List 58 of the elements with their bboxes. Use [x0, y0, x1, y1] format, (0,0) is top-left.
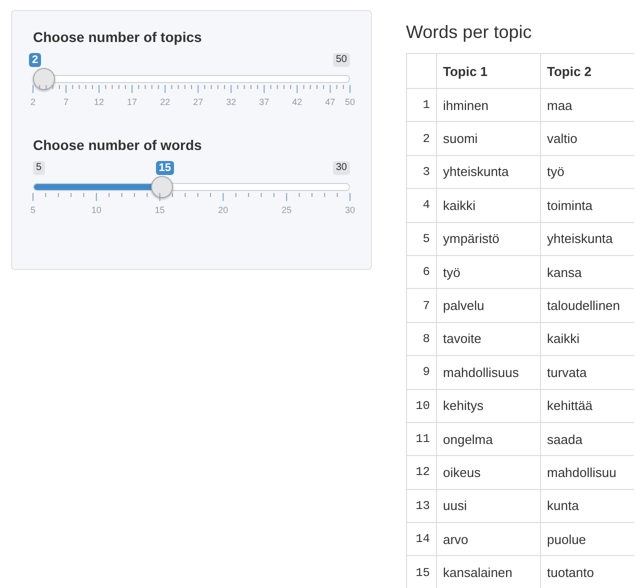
row-number: 4 — [406, 188, 436, 222]
row-number: 13 — [406, 489, 436, 523]
table-cell: suomi — [436, 122, 540, 156]
max-value-label: 50 — [332, 53, 350, 67]
table-cell: työ — [436, 255, 540, 289]
tick-label: 15 — [154, 205, 165, 216]
tick-label: 42 — [292, 97, 302, 108]
tick-label: 17 — [127, 97, 138, 108]
table-title: Words per topic — [406, 21, 533, 43]
row-number: 14 — [406, 522, 436, 556]
tick-label: 10 — [91, 205, 102, 216]
table-cell: yhteiskunta — [436, 155, 540, 189]
slider[interactable] — [33, 176, 350, 198]
tick-label: 20 — [218, 205, 228, 216]
row-number: 9 — [406, 356, 436, 390]
row-number: 11 — [406, 422, 436, 456]
tick-label: 25 — [282, 205, 292, 216]
tick-label: 5 — [30, 205, 36, 216]
slider[interactable] — [33, 68, 350, 90]
column-header: Topic 2 — [540, 54, 634, 88]
slider-label: Choose number of topics — [33, 29, 203, 45]
tick-label: 37 — [259, 97, 270, 108]
row-number: 12 — [406, 456, 436, 490]
row-number: 3 — [406, 155, 436, 189]
max-value-label: 30 — [332, 161, 350, 175]
tick-label: 7 — [64, 97, 69, 108]
table-cell: uusi — [436, 489, 540, 523]
tick-label: 27 — [193, 97, 204, 108]
tick-label: 30 — [345, 205, 355, 216]
table-cell: ongelma — [436, 422, 540, 456]
tick-label: 22 — [160, 97, 170, 108]
table-cell: tavoite — [436, 322, 540, 356]
tick-label: 2 — [30, 97, 36, 108]
tick-label: 47 — [325, 97, 336, 108]
table-cell: ihminen — [436, 88, 540, 122]
tick-label: 12 — [94, 97, 104, 108]
table-cell: ympäristö — [436, 222, 540, 256]
row-number: 6 — [406, 255, 436, 289]
row-number: 7 — [406, 288, 436, 322]
table-cell: mahdollisuus — [436, 356, 540, 390]
row-number: 5 — [406, 222, 436, 256]
slider-label: Choose number of words — [33, 137, 203, 153]
min-value-label: 5 — [33, 161, 45, 175]
tick-label: 50 — [345, 97, 355, 108]
current-value-label: 2 — [29, 53, 42, 67]
current-value-label: 15 — [156, 161, 174, 175]
row-number: 10 — [406, 389, 436, 422]
row-number: 15 — [406, 556, 436, 588]
table-cell: kehitys — [436, 389, 540, 422]
table-cell: kaikki — [436, 188, 540, 222]
column-header: Topic 1 — [436, 54, 540, 88]
table-cell: oikeus — [436, 456, 540, 490]
row-number: 2 — [406, 122, 436, 156]
tick-label: 32 — [226, 97, 236, 108]
row-number: 1 — [406, 88, 436, 122]
table-cell: palvelu — [436, 288, 540, 322]
row-number: 8 — [406, 322, 436, 356]
table-cell: arvo — [436, 522, 540, 556]
